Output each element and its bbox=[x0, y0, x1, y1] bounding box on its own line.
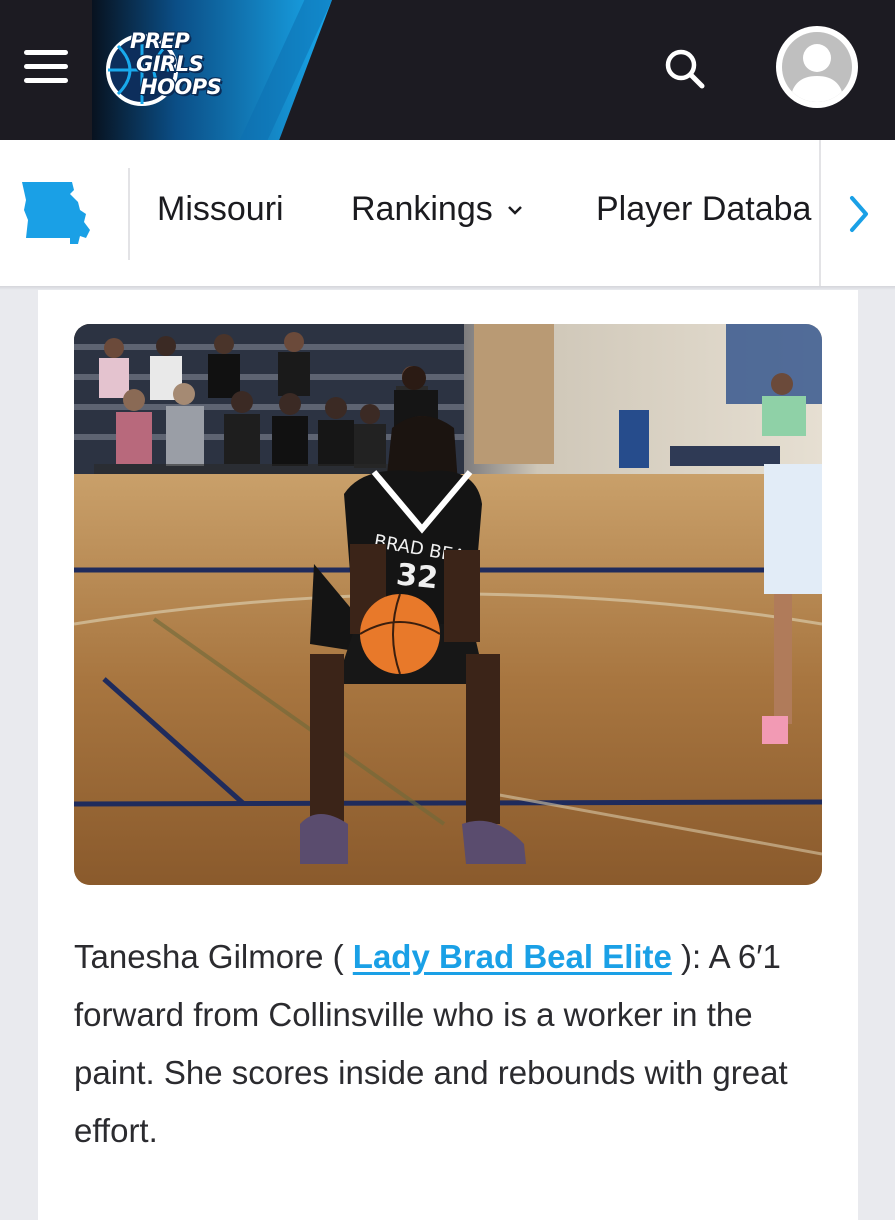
logo-line-2: GIRLS bbox=[136, 52, 204, 76]
subnav-divider bbox=[128, 168, 130, 260]
chevron-down-icon bbox=[507, 205, 522, 215]
article-card: BRAD BEAL 32 Tanesha Gilmore ( Lady Brad… bbox=[38, 290, 858, 1220]
jersey-number: 32 bbox=[395, 557, 440, 596]
nav-rankings[interactable]: Rankings bbox=[351, 190, 523, 229]
team-link[interactable]: Lady Brad Beal Elite bbox=[353, 938, 672, 975]
logo-line-3: HOOPS bbox=[140, 75, 222, 99]
search-icon[interactable] bbox=[660, 44, 710, 94]
state-subnav: Missouri Rankings Player Databa bbox=[0, 140, 895, 288]
logo-wordmark: PREP GIRLS HOOPS bbox=[130, 29, 222, 99]
caption-player-name: Tanesha Gilmore ( bbox=[74, 938, 353, 975]
hamburger-menu-icon[interactable] bbox=[24, 50, 68, 84]
nav-missouri[interactable]: Missouri bbox=[157, 190, 284, 229]
missouri-state-icon[interactable] bbox=[20, 180, 92, 246]
user-avatar-icon[interactable] bbox=[776, 26, 858, 108]
prep-girls-hoops-logo[interactable]: PREP GIRLS HOOPS bbox=[100, 28, 240, 108]
chevron-right-icon[interactable] bbox=[840, 192, 876, 236]
logo-line-1: PREP bbox=[130, 29, 190, 53]
basketball-free-throw-photo: BRAD BEAL 32 bbox=[74, 324, 822, 885]
subnav-scroll-divider bbox=[819, 140, 821, 288]
nav-player-database[interactable]: Player Databa bbox=[596, 190, 822, 229]
top-header: PREP GIRLS HOOPS bbox=[0, 0, 895, 140]
player-caption: Tanesha Gilmore ( Lady Brad Beal Elite )… bbox=[74, 928, 822, 1160]
nav-rankings-label: Rankings bbox=[351, 190, 493, 228]
